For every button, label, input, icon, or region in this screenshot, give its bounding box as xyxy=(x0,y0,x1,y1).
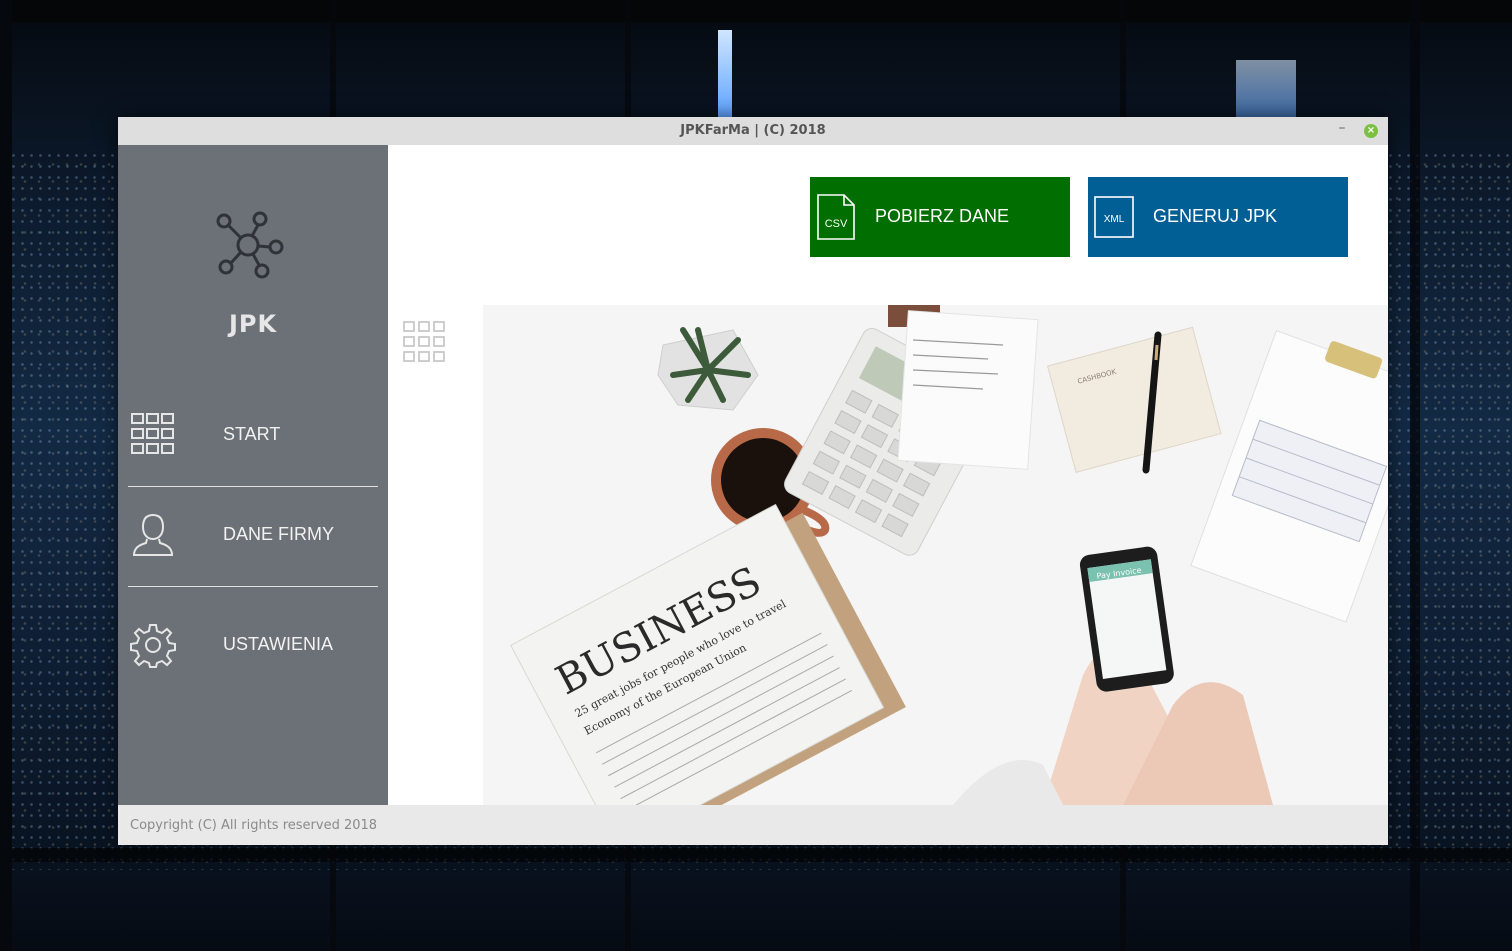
nav-divider xyxy=(128,486,378,487)
sidebar-item-label: START xyxy=(223,424,281,444)
app-window: JPKFarMa | (C) 2018 – × JPK START DANE F… xyxy=(118,117,1388,845)
svg-text:CSV: CSV xyxy=(825,218,848,230)
window-frame-lower xyxy=(0,848,1512,862)
user-icon xyxy=(132,513,174,556)
generuj-jpk-label: GENERUJ JPK xyxy=(1153,206,1278,226)
csv-file-icon: CSV xyxy=(817,194,855,240)
skyscraper-tower xyxy=(1236,60,1296,120)
window-frame-right xyxy=(1410,0,1420,951)
main-content: CSV POBIERZ DANE XML GENERUJ JPK CASHBOO… xyxy=(388,145,1388,805)
copyright-text: Copyright (C) All rights reserved 2018 xyxy=(130,818,378,833)
sidebar-item-ustawienia[interactable]: USTAWIENIA xyxy=(118,600,388,690)
sidebar-item-label: USTAWIENIA xyxy=(223,634,334,654)
grid-icon[interactable] xyxy=(402,320,446,364)
notes-paper xyxy=(897,310,1039,470)
xml-file-icon: XML xyxy=(1094,196,1134,238)
title-bar[interactable]: JPKFarMa | (C) 2018 – × xyxy=(118,117,1388,146)
window-frame-left xyxy=(0,0,12,951)
svg-text:XML: XML xyxy=(1104,214,1125,225)
grid-icon xyxy=(131,413,174,454)
pobierz-dane-label: POBIERZ DANE xyxy=(875,206,1010,226)
desk-illustration: CASHBOOK BUSINESS 25 great jobs for peop… xyxy=(483,305,1388,805)
brand-title: JPK xyxy=(228,310,278,338)
window-frame-top xyxy=(0,0,1512,22)
skyscraper-spire xyxy=(718,30,732,120)
sidebar-item-dane-firmy[interactable]: DANE FIRMY xyxy=(118,490,388,580)
close-button[interactable]: × xyxy=(1364,124,1378,138)
gear-icon xyxy=(130,624,176,668)
sidebar-item-start[interactable]: START xyxy=(118,390,388,480)
minimize-button[interactable]: – xyxy=(1334,120,1350,140)
desk-photo: CASHBOOK BUSINESS 25 great jobs for peop… xyxy=(483,305,1388,805)
pobierz-dane-button[interactable]: CSV POBIERZ DANE xyxy=(810,177,1070,257)
nav-divider xyxy=(128,586,378,587)
sidebar: JPK START DANE FIRMY USTAWIENIA xyxy=(118,145,388,805)
window-title: JPKFarMa | (C) 2018 xyxy=(680,123,826,138)
network-hub-icon xyxy=(216,211,284,279)
sidebar-item-label: DANE FIRMY xyxy=(223,524,335,544)
status-footer: Copyright (C) All rights reserved 2018 xyxy=(118,805,1388,845)
generuj-jpk-button[interactable]: XML GENERUJ JPK xyxy=(1088,177,1348,257)
